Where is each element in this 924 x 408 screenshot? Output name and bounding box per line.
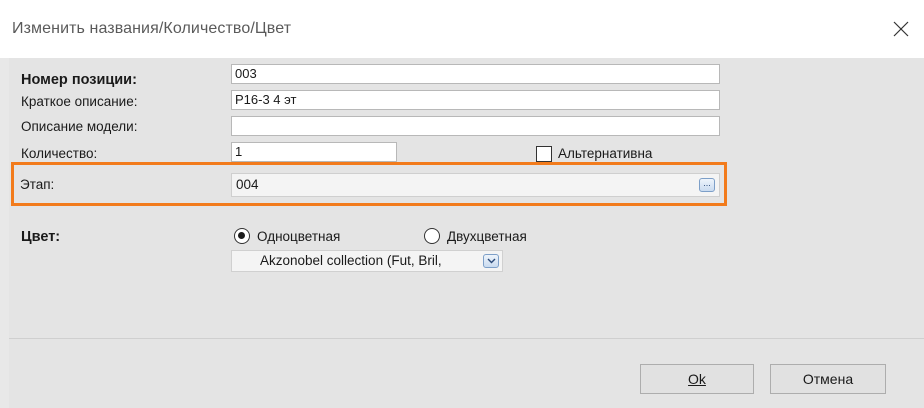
radio-double-color-label: Двухцветная bbox=[447, 229, 527, 244]
chevron-down-icon bbox=[487, 258, 495, 264]
cancel-button[interactable]: Отмена bbox=[770, 364, 886, 394]
stage-browse-button[interactable]: ... bbox=[699, 178, 715, 192]
short-description-label: Краткое описание: bbox=[21, 94, 138, 109]
quantity-label: Количество: bbox=[21, 146, 98, 161]
ok-button-label: Ok bbox=[688, 371, 706, 387]
color-collection-dropdown-button[interactable] bbox=[483, 254, 499, 268]
color-collection-select[interactable]: Akzonobel collection (Fut, Bril, bbox=[231, 250, 503, 272]
model-description-field[interactable] bbox=[231, 116, 720, 136]
position-number-label: Номер позиции: bbox=[21, 72, 137, 88]
short-description-field[interactable]: P16-3 4 эт bbox=[231, 90, 720, 110]
window-left-edge bbox=[0, 0, 9, 408]
stage-field[interactable]: 004 bbox=[231, 173, 720, 197]
position-number-field[interactable]: 003 bbox=[231, 64, 720, 84]
radio-single-color-label: Одноцветная bbox=[257, 229, 341, 244]
close-button[interactable] bbox=[878, 0, 924, 58]
radio-double-color[interactable] bbox=[424, 228, 440, 244]
title-bar: Изменить названия/Количество/Цвет bbox=[0, 0, 924, 58]
dialog-window: Изменить названия/Количество/Цвет Номер … bbox=[0, 0, 924, 408]
window-title: Изменить названия/Количество/Цвет bbox=[12, 20, 292, 37]
model-description-label: Описание модели: bbox=[21, 119, 138, 134]
quantity-field[interactable]: 1 bbox=[231, 142, 397, 162]
ok-button[interactable]: Ok bbox=[640, 364, 754, 394]
footer-divider bbox=[9, 338, 924, 339]
radio-single-color[interactable] bbox=[234, 228, 250, 244]
close-icon bbox=[893, 21, 909, 37]
alternative-label: Альтернативна bbox=[558, 146, 653, 161]
color-label: Цвет: bbox=[21, 229, 61, 245]
alternative-checkbox[interactable] bbox=[536, 146, 552, 162]
stage-label: Этап: bbox=[20, 177, 55, 192]
